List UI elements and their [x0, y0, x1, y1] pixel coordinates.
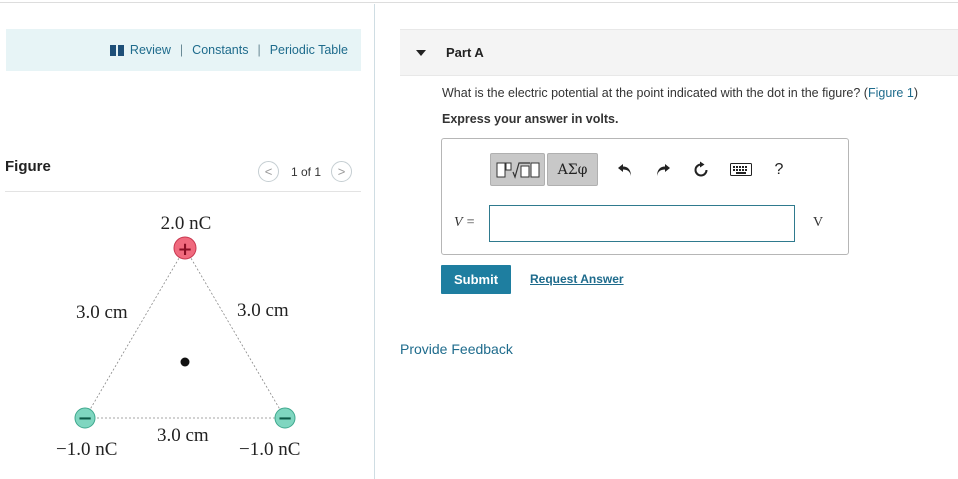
review-link[interactable]: Review — [130, 43, 171, 57]
periodic-table-link[interactable]: Periodic Table — [270, 43, 348, 57]
templates-button[interactable] — [490, 153, 545, 186]
right-negative-charge: − — [274, 407, 296, 429]
figure-link[interactable]: Figure 1 — [868, 86, 914, 100]
math-toolbar: ΑΣφ ? — [490, 153, 792, 186]
answer-instruction: Express your answer in volts. — [442, 112, 619, 126]
minus-sign: − — [277, 408, 292, 429]
separator: | — [179, 43, 184, 57]
positive-charge: + — [173, 236, 197, 260]
left-negative-charge: − — [74, 407, 96, 429]
potential-point-dot — [180, 357, 190, 367]
submit-button[interactable]: Submit — [441, 265, 511, 294]
variable-label: V = — [454, 215, 476, 230]
left-edge — [84, 247, 186, 419]
redo-icon[interactable] — [650, 157, 676, 183]
top-rule — [0, 2, 958, 3]
provide-feedback-link[interactable]: Provide Feedback — [400, 341, 513, 357]
left-charge-label: −1.0 nC — [56, 439, 117, 460]
figure-rule — [5, 191, 361, 192]
question-suffix: ) — [913, 86, 918, 100]
collapse-caret-icon[interactable] — [416, 49, 426, 56]
figure-heading: Figure — [5, 158, 51, 175]
prev-figure-button[interactable]: < — [258, 161, 279, 182]
triangle-edges — [84, 247, 286, 419]
figure-pager: < 1 of 1 > — [258, 161, 353, 182]
next-figure-button[interactable]: > — [331, 161, 353, 182]
pager-text: 1 of 1 — [291, 164, 322, 179]
templates-icon — [496, 161, 539, 179]
question-text: What is the electric potential at the po… — [442, 86, 918, 100]
part-title: Part A — [446, 45, 484, 60]
resource-bar: Review | Constants | Periodic Table — [6, 29, 361, 71]
units-label: V — [813, 215, 824, 230]
question-prefix: What is the electric potential at the po… — [442, 86, 868, 100]
reset-icon[interactable] — [688, 157, 714, 183]
separator: | — [257, 43, 261, 57]
answer-input[interactable] — [489, 205, 795, 242]
keyboard-icon[interactable] — [728, 157, 754, 183]
symbols-button[interactable]: ΑΣφ — [547, 153, 598, 186]
bottom-side-label: 3.0 cm — [157, 425, 209, 446]
plus-sign: + — [177, 239, 192, 260]
charge-triangle-figure: 2.0 nC 3.0 cm 3.0 cm 3.0 cm −1.0 nC −1.0… — [56, 213, 300, 460]
left-side-label: 3.0 cm — [76, 302, 128, 323]
answer-box: ΑΣφ ? V = V — [441, 138, 849, 255]
right-edge — [184, 247, 286, 419]
right-side-label: 3.0 cm — [237, 300, 289, 321]
right-charge-label: −1.0 nC — [239, 439, 300, 460]
column-divider — [374, 4, 375, 479]
part-a-header[interactable]: Part A — [400, 29, 958, 76]
undo-icon[interactable] — [612, 157, 638, 183]
top-charge-label: 2.0 nC — [161, 213, 212, 234]
request-answer-link[interactable]: Request Answer — [530, 272, 624, 286]
minus-sign: − — [77, 408, 92, 429]
help-button[interactable]: ? — [766, 157, 792, 183]
book-icon — [109, 44, 124, 56]
constants-link[interactable]: Constants — [192, 43, 248, 57]
